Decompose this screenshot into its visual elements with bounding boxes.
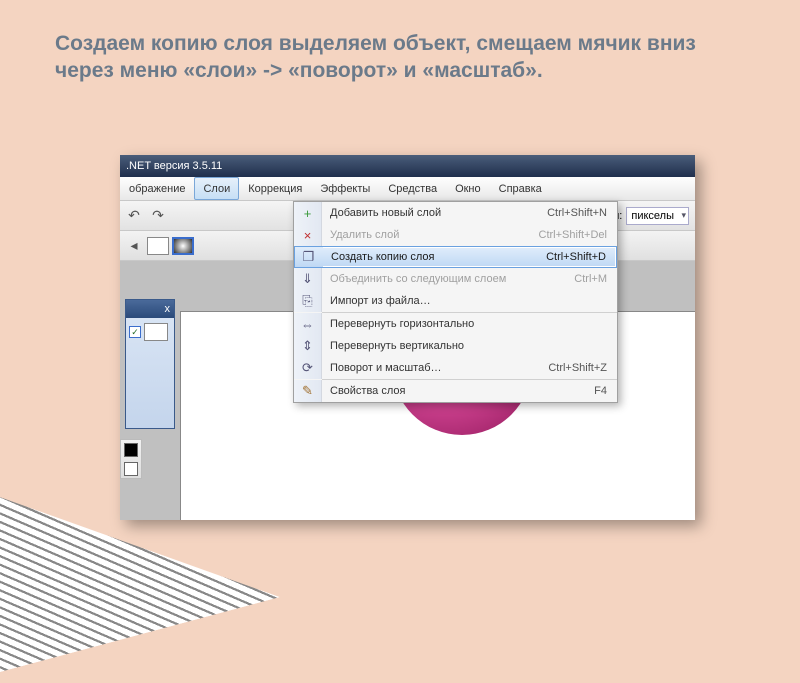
flip-horizontal-icon: ⇔ [300,316,316,332]
menu-item-label: Создать копию слоя [323,251,546,263]
titlebar: .NET версия 3.5.11 [120,155,695,177]
menu-item-label: Свойства слоя [322,385,594,397]
menu-item-flip-horizontal[interactable]: ⇔ Перевернуть горизонтально [294,313,617,335]
layers-panel-header[interactable]: x [126,300,174,318]
menu-item-add-layer[interactable]: + Добавить новый слойCtrl+Shift+N [294,202,617,224]
menu-window[interactable]: Окно [446,177,490,200]
menu-item-label: Перевернуть вертикально [322,340,607,352]
close-icon[interactable]: x [165,303,171,315]
thumbnail-2[interactable] [172,237,194,255]
menu-item-shortcut: Ctrl+Shift+Z [548,362,617,374]
menu-item-label: Перевернуть горизонтально [322,318,607,330]
layer-thumbnail[interactable] [144,323,168,341]
menu-item-shortcut: Ctrl+Shift+D [546,251,616,263]
layer-visible-checkbox[interactable]: ✓ [129,326,141,338]
menu-item-flip-vertical[interactable]: ⇕ Перевернуть вертикально [294,335,617,357]
rotate-zoom-icon: ⟳ [300,360,316,376]
menu-item-delete-layer: × Удалить слойCtrl+Shift+Del [294,224,617,246]
prev-icon[interactable]: ◂ [124,236,144,256]
layer-props-icon: ✎ [300,383,316,399]
menu-tools[interactable]: Средства [379,177,446,200]
flip-vertical-icon: ⇕ [300,338,316,354]
slide-title: Создаем копию слоя выделяем объект, смещ… [55,30,745,85]
menu-item-copy-layer[interactable]: ❐ Создать копию слояCtrl+Shift+D [294,246,617,268]
titlebar-text: .NET версия 3.5.11 [126,160,222,172]
menu-layers[interactable]: Слои [194,177,239,200]
import-icon: ⎘ [300,293,316,309]
menu-item-rotate-zoom[interactable]: ⟳ Поворот и масштаб…Ctrl+Shift+Z [294,357,617,379]
menu-correction[interactable]: Коррекция [239,177,311,200]
menu-item-shortcut: Ctrl+Shift+N [547,207,617,219]
menu-item-shortcut: Ctrl+M [574,273,617,285]
copy-layer-icon: ❐ [301,249,317,265]
layer-row[interactable]: ✓ [129,323,171,341]
thumbnail-1[interactable] [147,237,169,255]
menu-item-label: Удалить слой [322,229,539,241]
color-secondary[interactable] [124,462,138,476]
redo-icon[interactable]: ↷ [148,206,168,226]
menu-effects[interactable]: Эффекты [311,177,379,200]
side-toolbar [120,439,142,479]
layers-dropdown: + Добавить новый слойCtrl+Shift+N × Удалить… [293,201,618,403]
menu-item-layer-props[interactable]: ✎ Свойства слояF4 [294,380,617,402]
color-primary[interactable] [124,443,138,457]
menu-item-label: Импорт из файла… [322,295,607,307]
merge-down-icon: ⇓ [300,271,316,287]
menu-item-shortcut: Ctrl+Shift+Del [539,229,617,241]
menu-item-label: Объединить со следующим слоем [322,273,574,285]
layers-panel-body: ✓ [126,318,174,428]
menu-image[interactable]: ображение [120,177,194,200]
delete-layer-icon: × [300,227,316,243]
app-window: .NET версия 3.5.11 ображение Слои Коррек… [120,155,695,520]
menu-item-label: Добавить новый слой [322,207,547,219]
menu-item-import[interactable]: ⎘ Импорт из файла… [294,290,617,312]
menubar: ображение Слои Коррекция Эффекты Средств… [120,177,695,201]
undo-icon[interactable]: ↶ [124,206,144,226]
menu-help[interactable]: Справка [490,177,551,200]
units-select[interactable]: пикселы [626,207,689,225]
menu-item-merge-down: ⇓ Объединить со следующим слоемCtrl+M [294,268,617,290]
menu-item-label: Поворот и масштаб… [322,362,548,374]
menu-item-shortcut: F4 [594,385,617,397]
add-layer-icon: + [300,205,316,221]
layers-panel: x ✓ [125,299,175,429]
